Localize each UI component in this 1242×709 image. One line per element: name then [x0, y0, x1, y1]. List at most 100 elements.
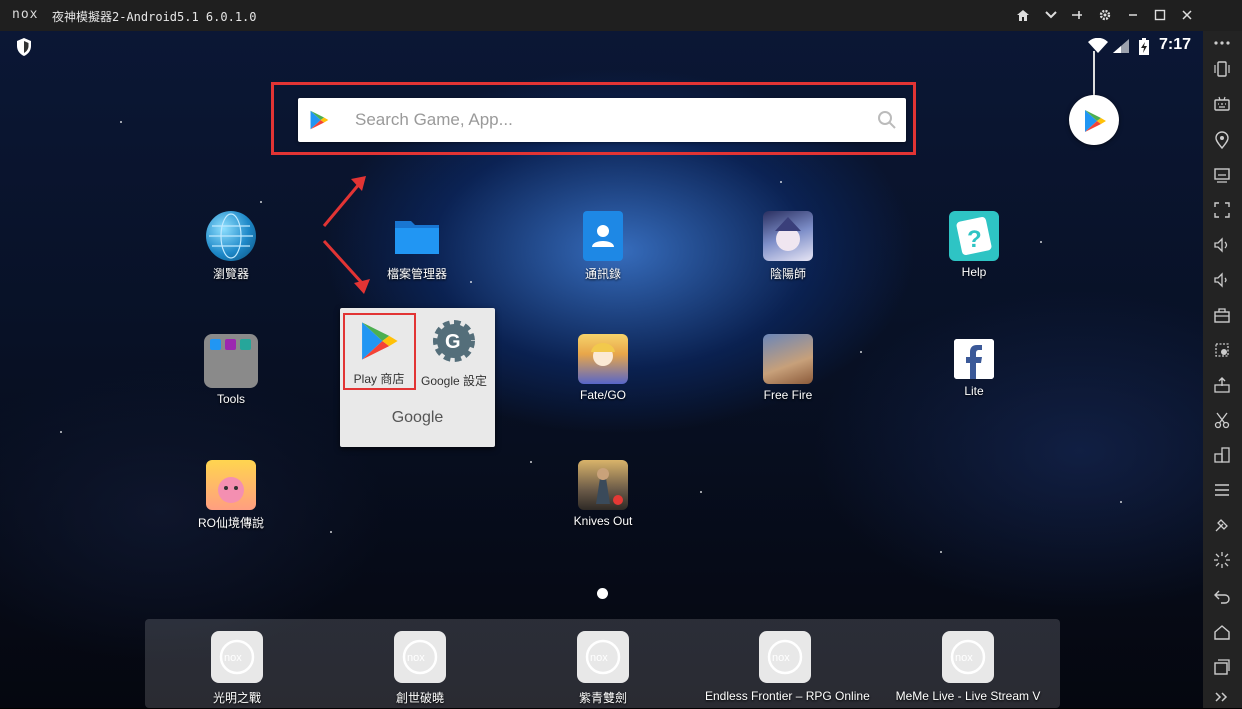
app-label: 瀏覽器	[212, 267, 249, 281]
search-input[interactable]: Search Game, App...	[355, 110, 513, 130]
dock-app[interactable]: nox MeMe Live - Live Stream V	[888, 631, 1048, 703]
minimize-icon[interactable]	[1122, 4, 1144, 26]
nox-app-icon: nox	[577, 631, 629, 683]
dock-app-label: 創世破曉	[395, 691, 444, 705]
app-label: Knives Out	[573, 514, 633, 528]
dock-app[interactable]: nox 光明之戰	[157, 631, 317, 706]
play-store-icon	[310, 110, 329, 130]
menu-icon[interactable]	[1210, 478, 1234, 502]
app-label: 通訊錄	[584, 267, 621, 281]
help-icon: ?	[949, 211, 999, 261]
multi-instance-icon[interactable]	[1210, 443, 1234, 467]
wallpaper-star	[330, 531, 332, 533]
svg-text:nox: nox	[772, 652, 790, 664]
battery-charging-icon	[1139, 38, 1149, 55]
recent-apps-icon[interactable]	[1210, 655, 1234, 679]
wallpaper-star	[1120, 501, 1122, 503]
keyboard-icon[interactable]	[1210, 92, 1234, 116]
app-facebook-lite[interactable]: Lite	[914, 334, 1034, 398]
wallpaper-star	[700, 491, 702, 493]
svg-text:G: G	[445, 331, 461, 353]
google-folder-popup: Play 商店 G Google 設定 Google	[340, 308, 495, 447]
screenshot-scissors-icon[interactable]	[1210, 408, 1234, 432]
shake-icon[interactable]	[1210, 57, 1234, 81]
volume-down-icon[interactable]	[1210, 268, 1234, 292]
app-label: RO仙境傳說	[197, 516, 264, 530]
app-browser[interactable]: 瀏覽器	[171, 211, 291, 282]
maximize-icon[interactable]	[1149, 4, 1171, 26]
play-store-icon	[362, 322, 398, 360]
search-icon[interactable]	[877, 110, 897, 130]
nox-app-icon: nox	[211, 631, 263, 683]
app-free-fire[interactable]: Free Fire	[728, 334, 848, 402]
wallpaper-star	[530, 461, 532, 463]
folder-item-label: Google 設定	[420, 374, 488, 388]
toolbox-icon[interactable]	[1210, 303, 1234, 327]
game-fgo-icon	[578, 334, 628, 384]
game-ro-icon	[206, 460, 256, 510]
app-contacts[interactable]: 通訊錄	[543, 211, 663, 282]
back-icon[interactable]	[1210, 584, 1234, 608]
volume-up-icon[interactable]	[1210, 233, 1234, 257]
app-fate-go[interactable]: Fate/GO	[543, 334, 663, 402]
shield-icon	[17, 38, 31, 56]
wallpaper-star	[120, 121, 122, 123]
app-tools-folder[interactable]: Tools	[171, 334, 291, 406]
wallpaper-star	[60, 431, 62, 433]
chevron-down-icon[interactable]	[1040, 4, 1062, 26]
window-title: 夜神模擬器2-Android5.1 6.0.1.0	[52, 10, 257, 24]
more-icon[interactable]	[1210, 31, 1234, 55]
tools-folder-icon	[204, 334, 258, 388]
facebook-icon	[954, 339, 994, 379]
svg-text:nox: nox	[590, 652, 608, 664]
fullscreen-icon[interactable]	[1210, 198, 1234, 222]
dock-app[interactable]: nox 創世破曉	[340, 631, 500, 706]
folder-title[interactable]: Google	[340, 409, 495, 427]
screen-icon[interactable]	[1210, 163, 1234, 187]
app-label: Fate/GO	[579, 388, 626, 402]
play-store-fab[interactable]	[1069, 95, 1119, 145]
app-knives-out[interactable]: Knives Out	[543, 460, 663, 528]
fab-tether	[1093, 51, 1095, 96]
folder-item-play-store[interactable]: Play 商店	[344, 314, 414, 388]
home-icon[interactable]	[1012, 4, 1034, 26]
dock-app[interactable]: nox Endless Frontier – RPG Online	[705, 631, 870, 703]
app-help[interactable]: ? Help	[914, 211, 1034, 279]
svg-text:?: ?	[967, 226, 982, 253]
app-label: 檔案管理器	[386, 267, 447, 281]
app-file-manager[interactable]: 檔案管理器	[357, 211, 477, 282]
svg-text:nox: nox	[224, 652, 242, 664]
location-icon[interactable]	[1210, 128, 1234, 152]
nox-app-icon: nox	[394, 631, 446, 683]
android-screen: 7:17 Search Game, App... 瀏覽器 檔案管理器 通訊錄 陰…	[0, 31, 1203, 708]
apk-install-icon[interactable]	[1210, 373, 1234, 397]
dock-app-label: MeMe Live - Live Stream V	[895, 689, 1041, 703]
close-icon[interactable]	[1176, 4, 1198, 26]
emulator-toolbar	[1203, 31, 1242, 708]
status-clock: 7:17	[1158, 36, 1191, 53]
wallpaper-star	[860, 351, 862, 353]
app-label: Lite	[964, 384, 984, 398]
dock-app-label: 光明之戰	[212, 691, 261, 705]
svg-text:nox: nox	[955, 652, 973, 664]
search-bar[interactable]: Search Game, App...	[298, 98, 906, 142]
gear-icon[interactable]	[1094, 4, 1116, 26]
wallpaper-star	[780, 181, 782, 183]
pin-icon[interactable]	[1066, 4, 1088, 26]
game-freefire-icon	[763, 334, 813, 384]
google-settings-icon: G	[433, 320, 475, 362]
operation-record-icon[interactable]	[1210, 513, 1234, 537]
folder-item-label: Play 商店	[353, 372, 405, 386]
android-home-icon[interactable]	[1210, 620, 1234, 644]
folder-icon	[392, 211, 442, 261]
app-ro[interactable]: RO仙境傳說	[171, 460, 291, 531]
dock-app-label: 紫青雙劍	[578, 691, 627, 705]
macro-icon[interactable]	[1210, 338, 1234, 362]
folder-item-google-settings[interactable]: G Google 設定	[418, 314, 490, 392]
app-onmyoji[interactable]: 陰陽師	[728, 211, 848, 282]
loading-icon[interactable]	[1210, 548, 1234, 572]
status-bar: 7:17	[0, 31, 1203, 63]
dock-app[interactable]: nox 紫青雙劍	[523, 631, 683, 706]
expand-icon[interactable]	[1210, 685, 1234, 709]
play-store-icon	[1085, 110, 1106, 132]
